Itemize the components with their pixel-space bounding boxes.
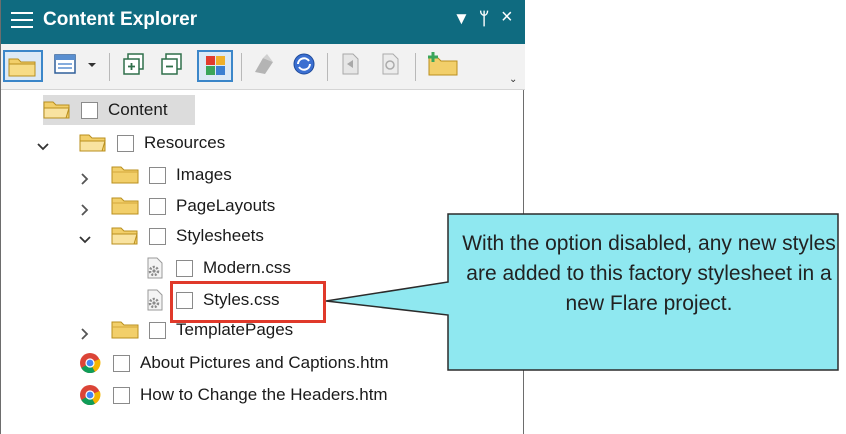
callout-bubble (325, 213, 839, 371)
callout-text: With the option disabled, any new styles… (462, 232, 836, 315)
